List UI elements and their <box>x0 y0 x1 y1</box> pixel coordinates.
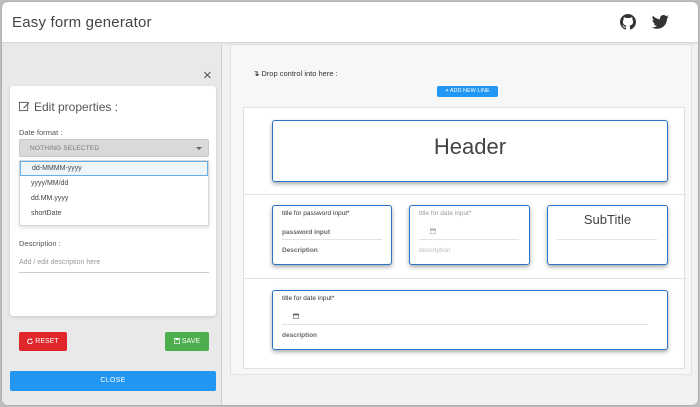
control-description: description <box>419 247 451 254</box>
add-new-line-button[interactable]: + ADD NEW LINE <box>437 86 498 97</box>
control-title: title for date input* <box>419 210 472 217</box>
arrow-down-icon: ↴ <box>253 69 260 78</box>
drop-zone-label: ↴ Drop control into here : <box>253 69 338 78</box>
description-label: Description : <box>19 239 61 248</box>
edit-properties-title: Edit properties : <box>34 100 119 114</box>
control-description: description <box>282 332 318 339</box>
form-canvas: ↴ Drop control into here : + ADD NEW LIN… <box>230 44 692 375</box>
input-underline <box>282 324 648 325</box>
date-input-control-wide[interactable]: title for date input* description <box>272 290 668 350</box>
save-button[interactable]: SAVE <box>165 332 209 351</box>
reset-button[interactable]: RESET <box>19 332 67 351</box>
dropdown-option[interactable]: dd.MM.yyyy <box>20 192 208 207</box>
dropdown-option[interactable]: shortDate <box>20 207 208 222</box>
chevron-down-icon <box>196 147 202 150</box>
password-placeholder: password input <box>282 229 331 236</box>
calendar-icon <box>430 228 436 234</box>
calendar-icon <box>293 313 299 319</box>
control-title: title for password input* <box>282 210 350 217</box>
plus-icon: + <box>445 88 449 94</box>
control-description: Description <box>282 247 318 254</box>
twitter-icon[interactable] <box>652 14 669 30</box>
edit-properties-card: Edit properties : Date format : NOTHING … <box>10 86 216 316</box>
input-underline <box>282 239 382 240</box>
close-icon[interactable]: × <box>203 68 212 83</box>
date-format-label: Date format : <box>19 128 63 137</box>
date-input-control[interactable]: title for date input* description <box>409 205 530 265</box>
subtitle-text: SubTitle <box>583 212 632 227</box>
subtitle-underline <box>557 239 657 240</box>
row-divider <box>244 278 686 279</box>
add-line-label: ADD NEW LINE <box>449 88 490 94</box>
edit-properties-heading: Edit properties : <box>19 100 118 114</box>
form-rows: Header title for password input* passwor… <box>243 107 686 369</box>
refresh-icon <box>27 338 34 345</box>
header-control[interactable]: Header <box>272 120 668 182</box>
reset-label: RESET <box>35 338 59 345</box>
date-format-select[interactable]: NOTHING SELECTED <box>19 139 209 157</box>
control-title: title for date input* <box>282 295 335 302</box>
close-button[interactable]: CLOSE <box>10 371 216 391</box>
header-text: Header <box>433 134 507 159</box>
date-format-dropdown: dd-MMMM-yyyy yyyy/MM/dd dd.MM.yyyy short… <box>19 160 209 226</box>
drop-label-text: Drop control into here : <box>261 69 338 78</box>
description-input[interactable]: Add / edit description here <box>19 257 209 273</box>
select-value: NOTHING SELECTED <box>30 145 100 152</box>
app-title: Easy form generator <box>12 14 152 31</box>
github-icon[interactable] <box>620 14 636 30</box>
dropdown-option[interactable]: yyyy/MM/dd <box>20 177 208 192</box>
floppy-icon <box>173 337 180 345</box>
row-divider <box>244 194 686 195</box>
subtitle-control[interactable]: SubTitle <box>547 205 668 265</box>
input-underline <box>419 239 519 240</box>
save-label: SAVE <box>181 338 201 345</box>
app-window: Easy form generator × Edit properties : … <box>2 2 698 405</box>
dropdown-option[interactable]: dd-MMMM-yyyy <box>20 161 208 176</box>
top-bar: Easy form generator <box>2 2 698 43</box>
password-input-control[interactable]: title for password input* password input… <box>272 205 392 265</box>
edit-icon <box>19 101 30 112</box>
properties-panel: × Edit properties : Date format : NOTHIN… <box>2 44 222 405</box>
